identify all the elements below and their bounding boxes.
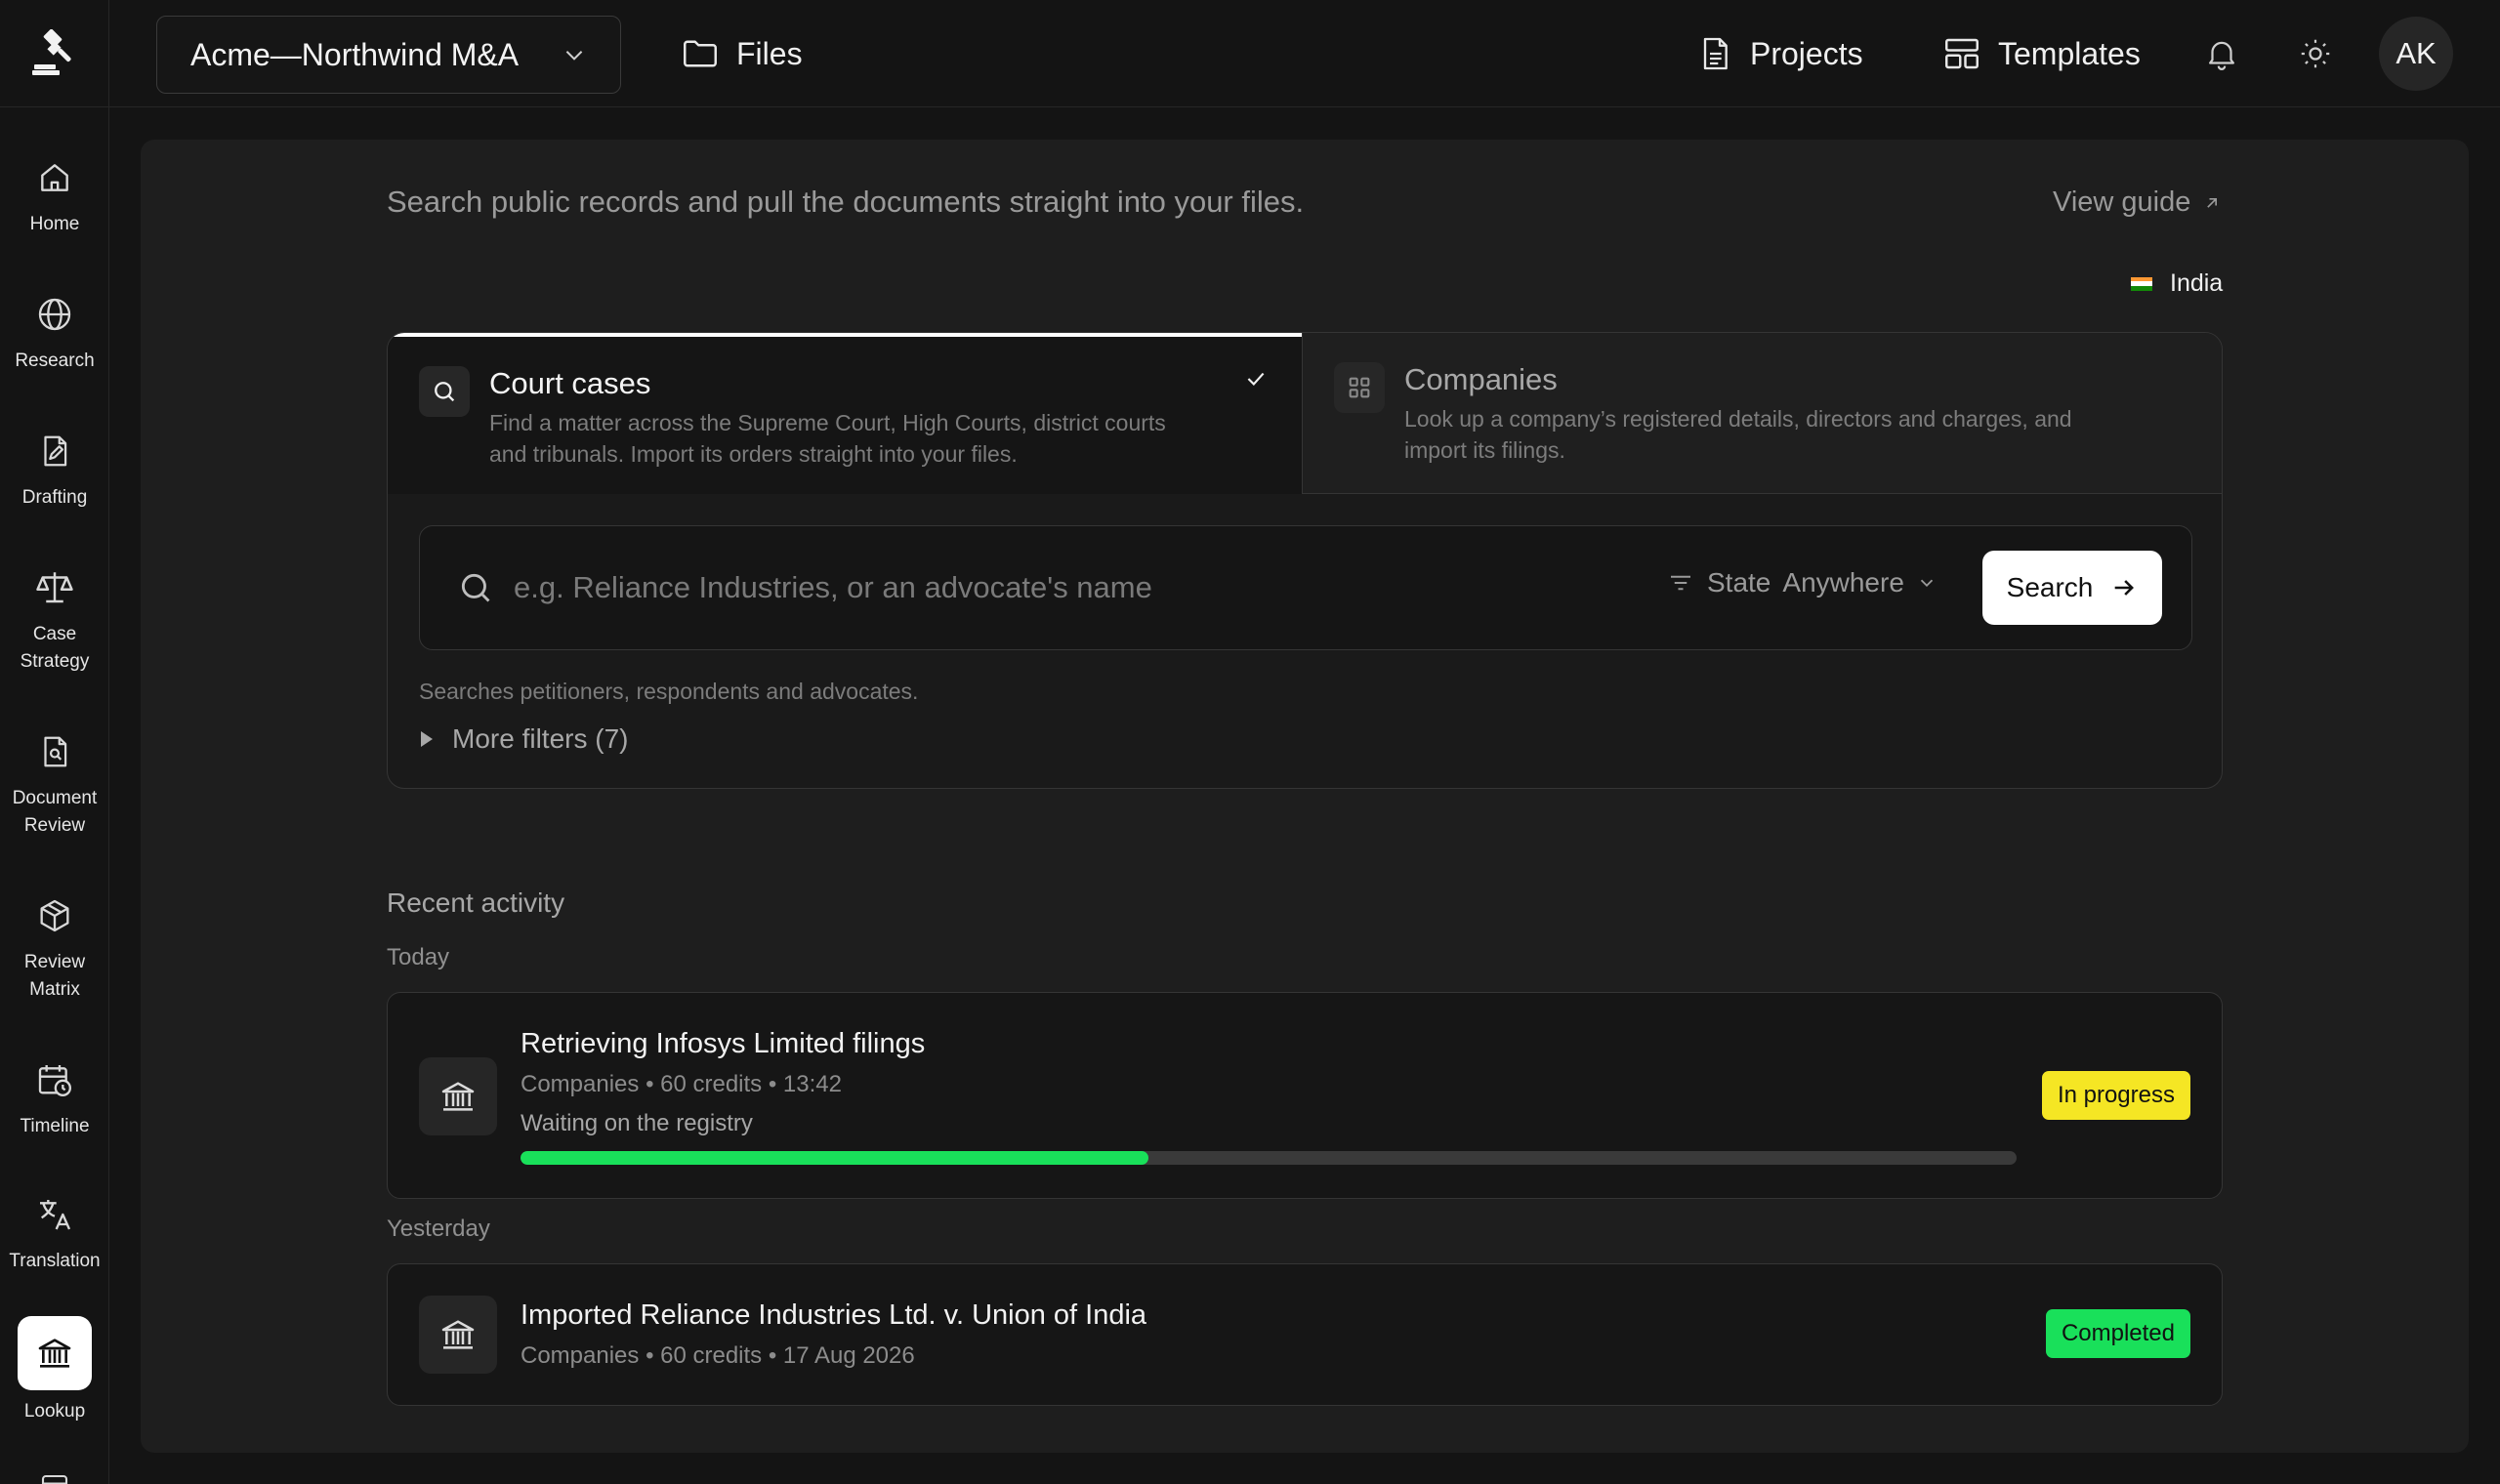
group-label-yesterday: Yesterday [387,1216,490,1242]
files-link[interactable]: Files [680,21,803,86]
pen-document-icon [33,430,76,473]
globe-icon [33,293,76,336]
progress-fill [521,1151,1149,1165]
chevron-down-icon [1920,579,1934,588]
search-button[interactable]: Search [1982,551,2162,625]
tab-companies[interactable]: Companies Look up a company’s registered… [1302,333,2222,494]
bell-icon [2209,41,2234,70]
sidebar-item-home[interactable]: Home [0,156,109,238]
view-guide-label: View guide [2053,186,2191,218]
filter-icon [1671,575,1690,591]
check-icon [1243,366,1269,392]
avatar[interactable]: AK [2379,17,2453,91]
activity-status-text: Waiting on the registry [521,1110,753,1136]
state-filter-label: State [1707,567,1771,598]
tab-description: Find a matter across the Supreme Court, … [489,410,1166,467]
sidebar-item-label: Drafting [21,487,88,508]
activity-title: Retrieving Infosys Limited filings [521,1028,926,1059]
scales-icon [33,566,76,609]
calendar-clock-icon [33,1058,76,1101]
sidebar-item-translation[interactable]: Translation [0,1193,109,1275]
activity-item[interactable]: Retrieving Infosys Limited filings Compa… [387,992,2223,1199]
triangle-right-icon [421,731,433,747]
sidebar-item-research[interactable]: Research [0,293,109,375]
document-search-icon [33,730,76,773]
recent-activity-title: Recent activity [387,887,565,918]
sidebar-item-timeline[interactable]: Timeline [0,1058,109,1140]
home-icon [33,156,76,199]
sidebar-item-lookup[interactable]: Lookup [0,1316,109,1425]
notifications-button[interactable] [2197,29,2246,78]
templates-link[interactable]: Templates [1941,21,2141,86]
external-arrow-icon [2207,197,2218,208]
bank-icon [419,1296,497,1374]
translate-icon [33,1193,76,1236]
files-label: Files [736,35,803,71]
sidebar-item-label: Document Review [12,788,98,836]
tab-court-cases[interactable]: Court cases Find a matter across the Sup… [388,333,1302,494]
workspace-selector[interactable]: Acme—Northwind M&A [156,16,621,94]
sidebar-item-more[interactable] [0,1466,109,1484]
gavel-logo-icon [32,28,71,75]
india-flag-icon [2131,276,2152,291]
activity-title: Imported Reliance Industries Ltd. v. Uni… [521,1299,1147,1331]
progress-bar [521,1151,2017,1165]
app-logo[interactable] [0,0,109,107]
status-badge: Completed [2045,1309,2190,1358]
bank-icon [18,1316,92,1390]
folder-icon [684,40,717,67]
sidebar-item-drafting[interactable]: Drafting [0,430,109,512]
workspace-name: Acme—Northwind M&A [190,36,520,72]
theme-toggle-button[interactable] [2291,29,2340,78]
sidebar-item-document-review[interactable]: Document Review [0,730,109,840]
sidebar-item-label: Research [15,350,95,371]
grid-icon [1334,362,1385,413]
sidebar-item-label: Lookup [23,1401,86,1422]
search-hint: Searches petitioners, respondents and ad… [419,679,919,704]
table-icon [33,1466,76,1484]
cube-icon [33,894,76,937]
page-subtitle: Search public records and pull the docum… [387,185,1305,219]
arrow-right-icon [2115,580,2135,596]
search-card: Court cases Find a matter across the Sup… [387,332,2223,789]
templates-label: Templates [1998,35,2141,71]
search-button-label: Search [2006,572,2094,602]
country-selector[interactable]: India [2131,269,2223,298]
tab-title: Court cases [489,366,651,400]
activity-meta: Companies • 60 credits • 17 Aug 2026 [521,1342,915,1369]
projects-label: Projects [1750,35,1863,71]
document-icon [1703,37,1728,70]
search-bar: State Anywhere Search [419,525,2192,650]
status-badge: In progress [2041,1071,2190,1120]
sidebar-item-label: Case Strategy [20,624,90,672]
sidebar-item-label: Translation [9,1251,101,1271]
top-bar: Acme—Northwind M&A Files Projects Templa… [109,0,2500,107]
sidebar-item-label: Review Matrix [23,952,86,1000]
bank-icon [419,1057,497,1135]
projects-link[interactable]: Projects [1695,21,1863,86]
activity-meta: Companies • 60 credits • 13:42 [521,1071,842,1097]
sidebar-item-case-strategy[interactable]: Case Strategy [0,566,109,676]
state-filter-value: Anywhere [1782,567,1904,598]
search-input[interactable] [514,558,1666,617]
sidebar-item-label: Timeline [20,1116,90,1136]
templates-icon [1945,38,1979,69]
tab-title: Companies [1404,362,1558,396]
search-icon [457,569,494,606]
tab-description: Look up a company’s registered details, … [1404,406,2072,463]
group-label-today: Today [387,944,450,970]
activity-item[interactable]: Imported Reliance Industries Ltd. v. Uni… [387,1263,2223,1406]
more-filters-label: More filters (7) [452,723,629,754]
sidebar-item-label: Home [29,214,80,234]
chevron-down-icon [565,51,583,61]
search-icon [419,366,470,417]
country-label: India [2170,269,2224,297]
sidebar: Home Research Drafting Case Strategy Doc… [0,0,109,1484]
sidebar-item-review-matrix[interactable]: Review Matrix [0,894,109,1004]
lookup-panel: Search public records and pull the docum… [141,140,2469,1453]
more-filters-toggle[interactable]: More filters (7) [419,723,628,755]
sun-icon [2301,39,2330,68]
view-guide-link[interactable]: View guide [2053,186,2222,219]
state-filter-dropdown[interactable]: State Anywhere [1666,567,1938,598]
